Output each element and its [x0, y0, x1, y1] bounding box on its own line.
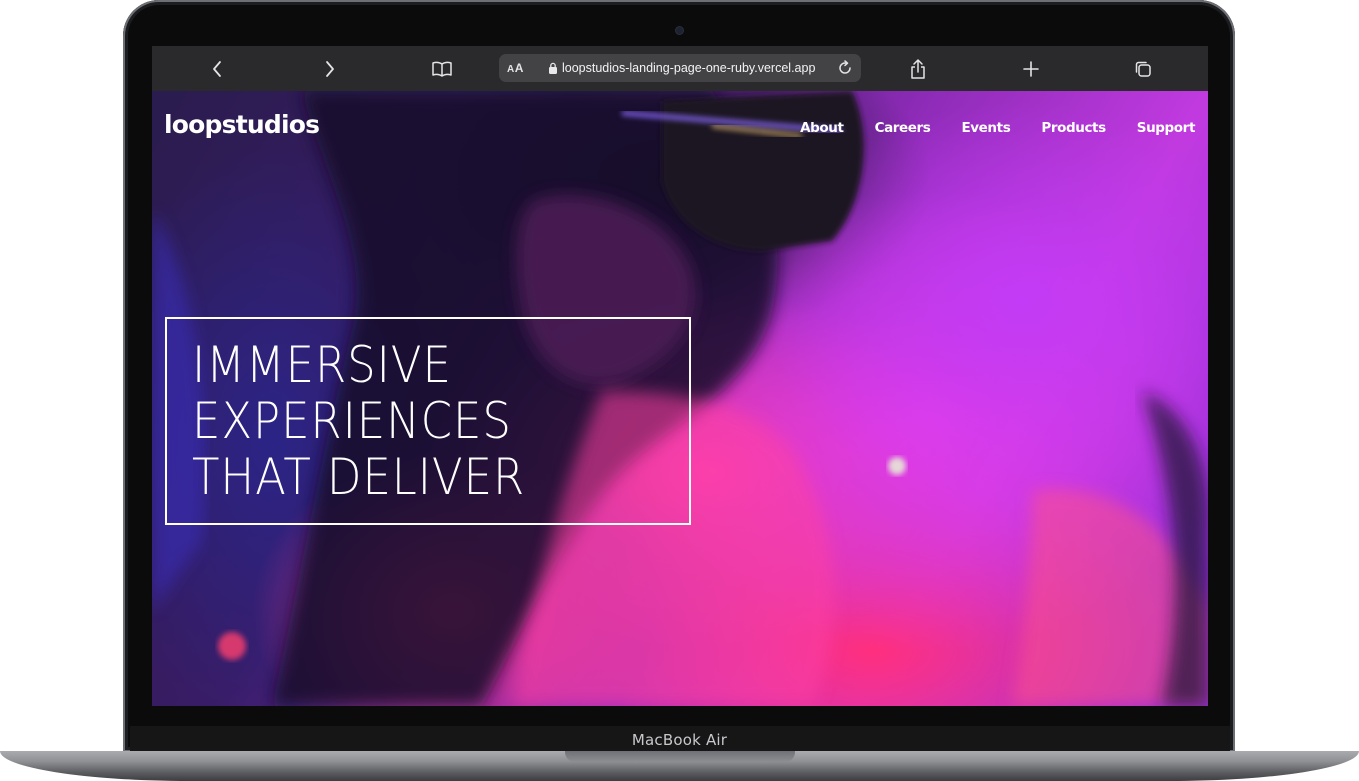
hero-line-2: EXPERIENCES — [192, 392, 512, 450]
hero-section: loopstudios About Careers Events Product… — [152, 91, 1208, 706]
hero-line-1: IMMERSIVE — [192, 336, 452, 394]
url-text: loopstudios-landing-page-one-ruby.vercel… — [562, 61, 816, 75]
nav-events[interactable]: Events — [961, 120, 1010, 136]
chevron-right-icon — [326, 60, 334, 77]
hero-line-3: THAT DELIVER — [192, 448, 526, 506]
reader-aa-button[interactable]: AA — [507, 61, 524, 75]
nav-about[interactable]: About — [800, 120, 844, 136]
reload-button[interactable] — [835, 58, 855, 78]
nav-support[interactable]: Support — [1137, 120, 1196, 136]
site-logo[interactable]: loopstudios — [164, 110, 320, 139]
webcam — [676, 27, 683, 34]
tabs-icon — [1135, 61, 1151, 77]
nav-careers[interactable]: Careers — [875, 120, 931, 136]
laptop-screen: AA loopstudios-landing-page-one-ruby.ver… — [152, 46, 1208, 706]
site-nav: About Careers Events Products Support — [800, 120, 1195, 136]
hero-headline-box: IMMERSIVE EXPERIENCES THAT DELIVER — [165, 317, 691, 525]
laptop-hinge-notch — [565, 751, 795, 762]
hero-headline: IMMERSIVE EXPERIENCES THAT DELIVER — [192, 337, 562, 505]
new-tab-button[interactable] — [1011, 46, 1051, 91]
device-model-label: MacBook Air — [631, 731, 728, 749]
forward-button[interactable] — [310, 46, 350, 91]
reload-icon — [839, 60, 851, 74]
chevron-left-icon — [213, 60, 221, 77]
nav-products[interactable]: Products — [1041, 120, 1106, 136]
share-icon — [911, 58, 925, 79]
bookmarks-button[interactable] — [422, 46, 462, 91]
lock-icon — [549, 62, 557, 74]
tabs-overview-button[interactable] — [1123, 46, 1163, 91]
plus-icon — [1023, 60, 1039, 77]
back-button[interactable] — [197, 46, 237, 91]
browser-toolbar: AA loopstudios-landing-page-one-ruby.ver… — [152, 46, 1208, 91]
book-icon — [432, 61, 452, 77]
address-bar[interactable]: AA loopstudios-landing-page-one-ruby.ver… — [499, 54, 861, 82]
share-button[interactable] — [898, 46, 938, 91]
